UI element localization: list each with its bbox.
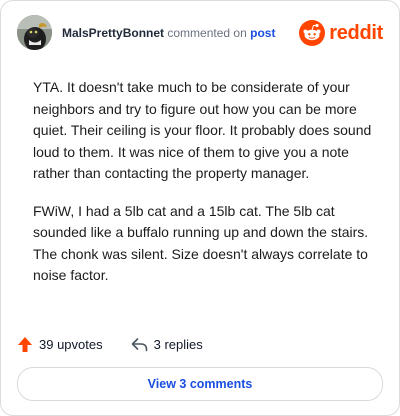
upvote-arrow-icon bbox=[18, 336, 32, 352]
reply-arrow-icon bbox=[131, 337, 147, 351]
comment-paragraph: YTA. It doesn't take much to be consider… bbox=[33, 79, 372, 181]
view-comments-label: View 3 comments bbox=[147, 377, 253, 391]
reddit-logo[interactable]: reddit bbox=[299, 20, 383, 46]
username[interactable]: MalsPrettyBonnet bbox=[62, 26, 164, 40]
view-comments-button[interactable]: View 3 comments bbox=[17, 367, 383, 401]
comment-paragraph: FWiW, I had a 5lb cat and a 15lb cat. Th… bbox=[33, 202, 369, 284]
post-link[interactable]: post bbox=[250, 26, 275, 40]
action-text: commented on bbox=[167, 26, 247, 40]
comment-actions: 39 upvotes 3 replies bbox=[17, 333, 231, 355]
reddit-wordmark: reddit bbox=[329, 21, 383, 44]
comment-meta: MalsPrettyBonnet commented on post bbox=[62, 26, 275, 40]
comment-header: MalsPrettyBonnet commented on post reddi… bbox=[17, 15, 383, 53]
comment-card: MalsPrettyBonnet commented on post reddi… bbox=[0, 0, 400, 416]
upvote-button[interactable]: 39 upvotes bbox=[17, 336, 103, 353]
comment-body: YTA. It doesn't take much to be consider… bbox=[33, 77, 375, 303]
user-avatar[interactable] bbox=[17, 15, 52, 50]
replies-button[interactable]: 3 replies bbox=[131, 337, 203, 352]
upvote-count: 39 upvotes bbox=[39, 336, 103, 352]
replies-count: 3 replies bbox=[153, 336, 203, 352]
reddit-alien-icon bbox=[299, 20, 326, 46]
